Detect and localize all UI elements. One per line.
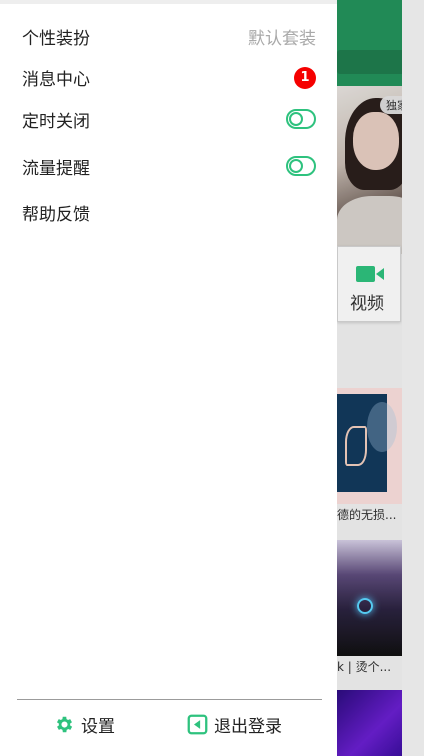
menu-item-label: 帮助反馈 <box>22 205 90 225</box>
drawer-scrim[interactable] <box>337 0 424 756</box>
sleep-timer-toggle[interactable] <box>286 109 316 129</box>
logout-icon <box>187 714 208 734</box>
menu-item-data-alert[interactable]: 流量提醒 <box>0 146 337 186</box>
settings-label: 设置 <box>81 716 115 737</box>
gear-icon <box>56 716 73 732</box>
menu-item-label: 流量提醒 <box>22 159 90 179</box>
settings-button[interactable]: 设置 <box>54 710 115 738</box>
menu-item-value: 默认套装 <box>248 29 316 49</box>
status-divider <box>0 0 337 4</box>
data-alert-toggle[interactable] <box>286 156 316 176</box>
side-drawer: 个性装扮 默认套装 消息中心 1 定时关闭 流量提醒 帮助反馈 设置 退出登录 <box>0 0 337 756</box>
logout-label: 退出登录 <box>214 716 282 737</box>
menu-item-label: 消息中心 <box>22 70 90 90</box>
menu-item-theme[interactable]: 个性装扮 默认套装 <box>0 16 337 56</box>
menu-item-label: 个性装扮 <box>22 29 90 49</box>
logout-button[interactable]: 退出登录 <box>187 710 282 738</box>
footer-divider <box>17 699 322 700</box>
menu-item-help[interactable]: 帮助反馈 <box>0 192 337 232</box>
unread-badge: 1 <box>294 67 316 89</box>
menu-item-sleep-timer[interactable]: 定时关闭 <box>0 99 337 139</box>
menu-item-label: 定时关闭 <box>22 112 90 132</box>
menu-item-messages[interactable]: 消息中心 1 <box>0 57 337 97</box>
